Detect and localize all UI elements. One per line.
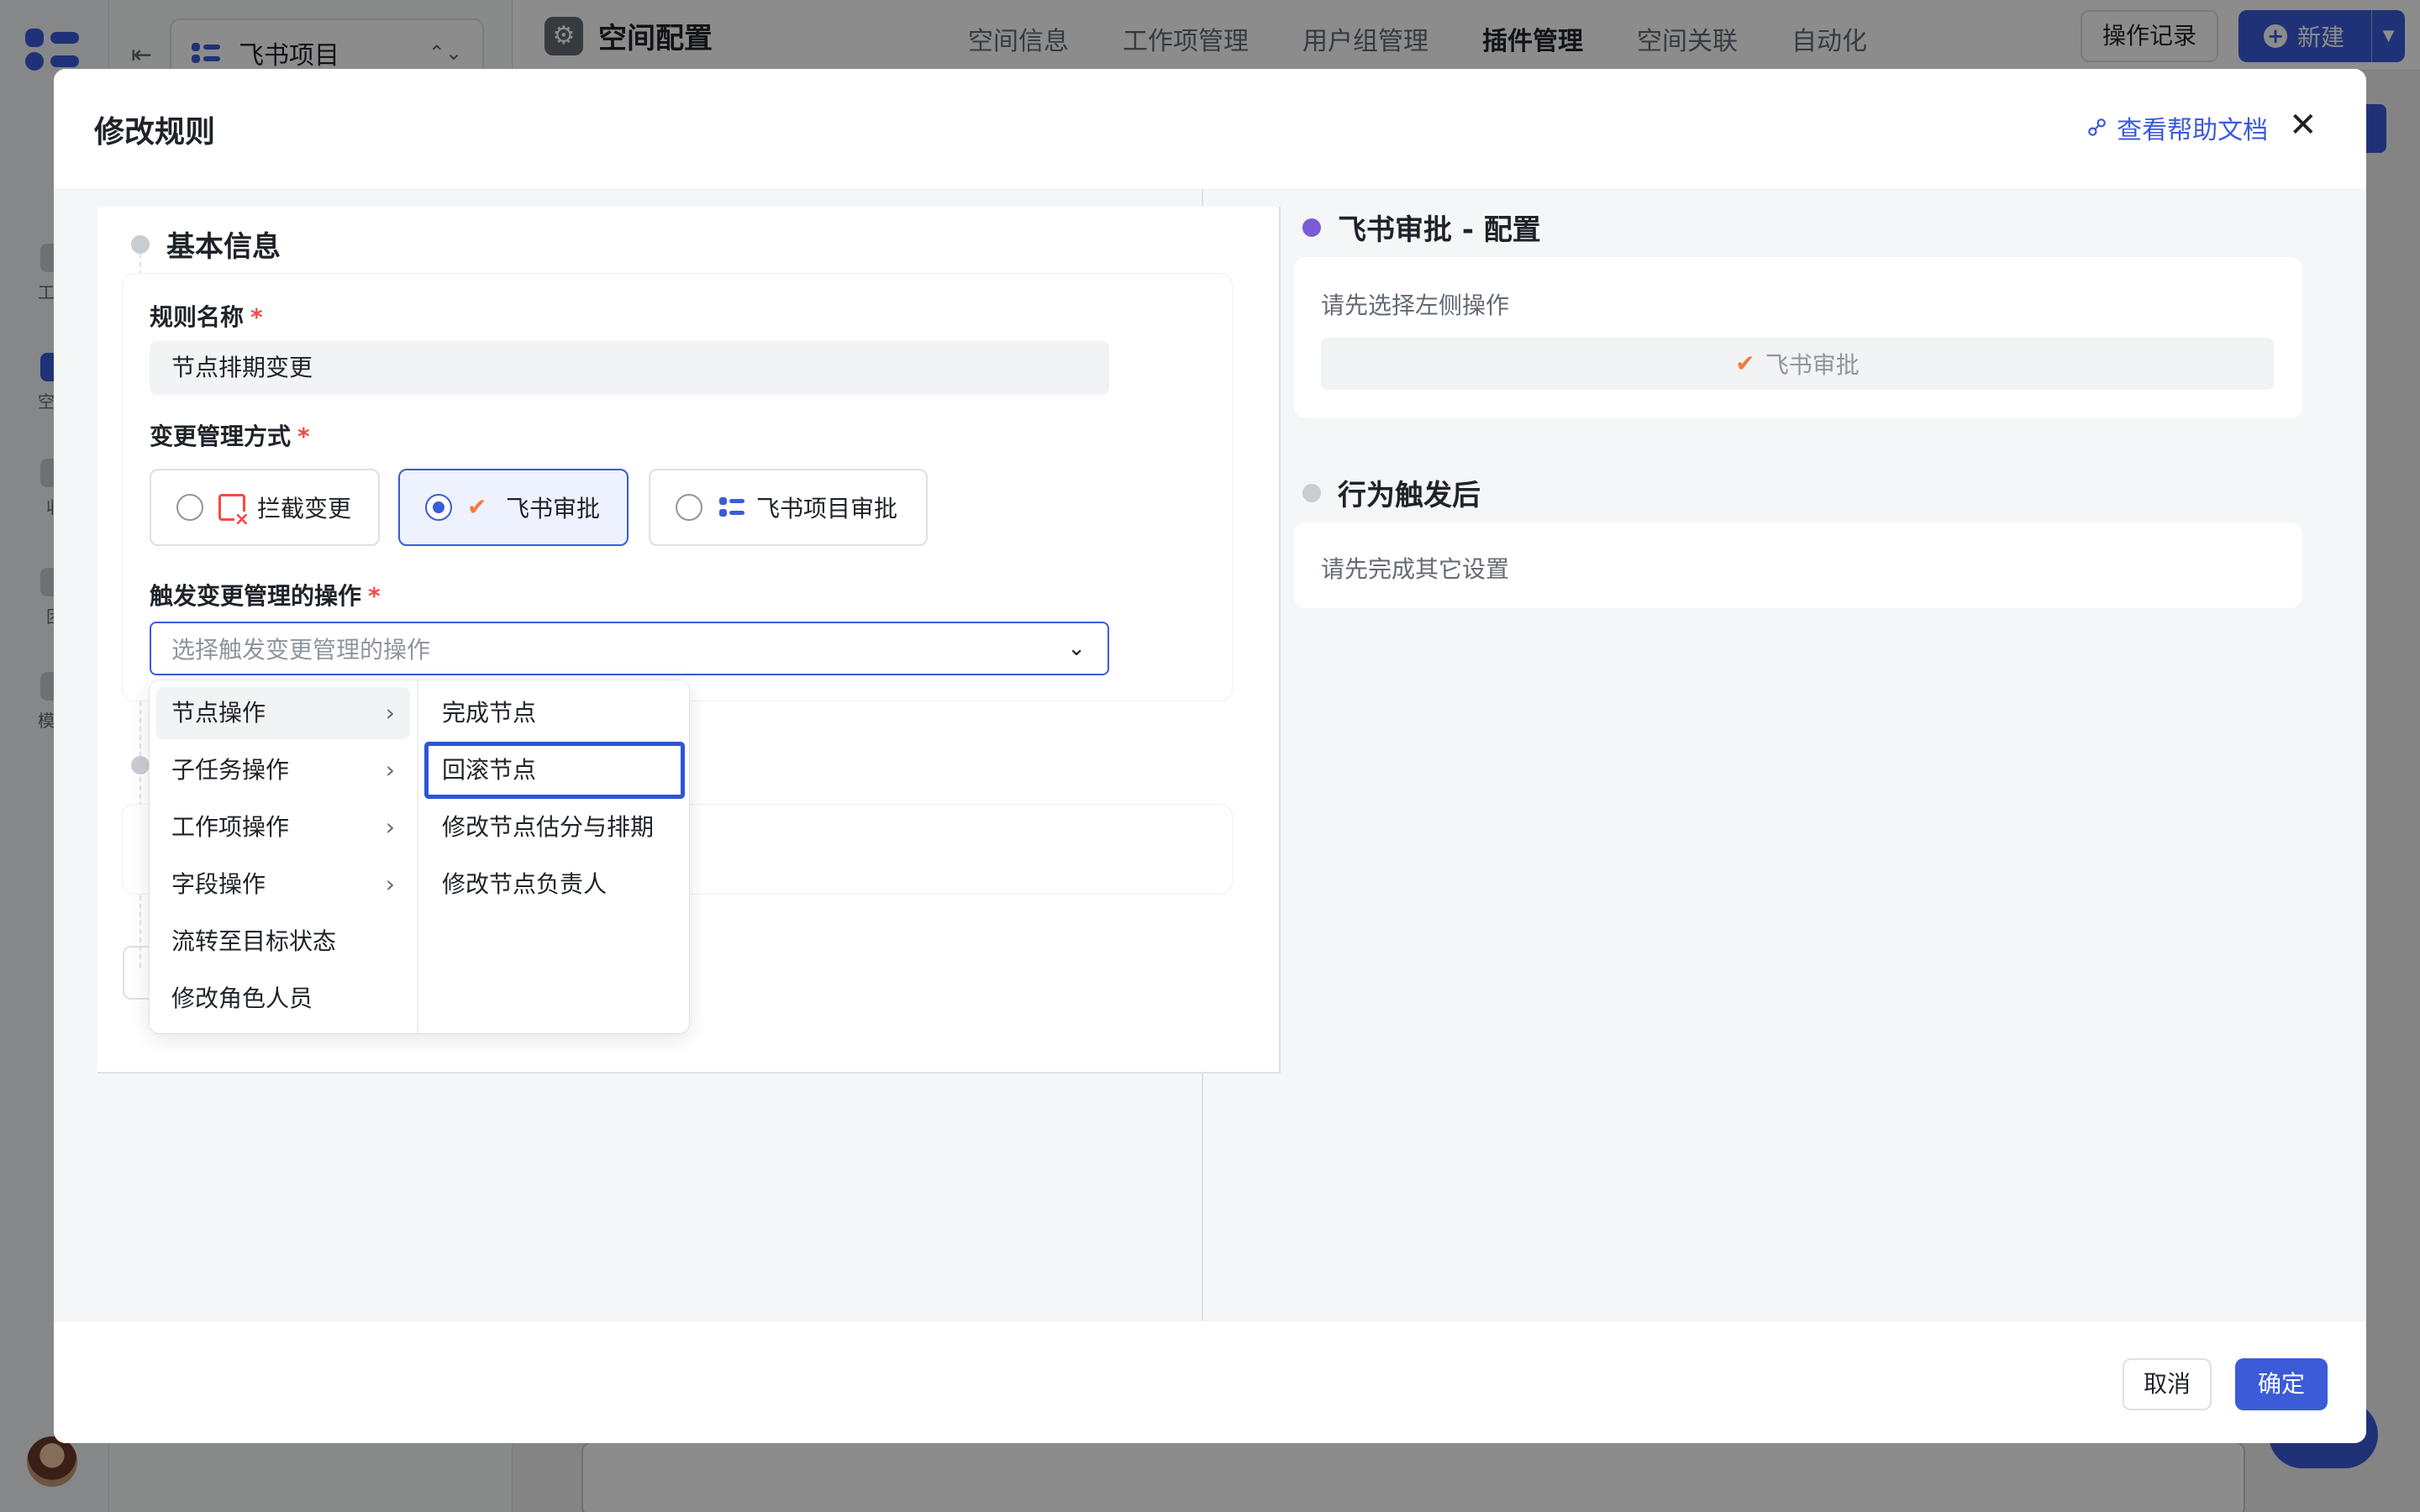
mode-option-project-approval[interactable]: 飞书项目审批 — [649, 469, 928, 546]
menu-item-transition-to-status[interactable]: 流转至目标状态 — [156, 916, 410, 968]
cancel-button[interactable]: 取消 — [2123, 1358, 2212, 1410]
basic-info-card: 规则名称* 节点排期变更 变更管理方式* 拦截变更 ✔ 飞书审批 — [123, 274, 1232, 701]
basic-info-header: 基本信息 — [131, 223, 281, 265]
project-approval-icon — [718, 494, 744, 521]
config-dot-icon — [1302, 218, 1321, 237]
after-dot-icon — [1302, 483, 1321, 502]
menu-item-rollback-node[interactable]: 回滚节点 — [424, 742, 685, 799]
close-icon[interactable]: ✕ — [2289, 106, 2317, 144]
mode-label: 变更管理方式 * — [150, 423, 310, 450]
after-card: 请先完成其它设置 — [1294, 522, 2302, 608]
radio-button-checked[interactable] — [425, 494, 452, 521]
feishu-approval-icon: ✔ — [1735, 349, 1755, 377]
cascade-dropdown: 节点操作 › 子任务操作 › 工作项操作 › 字段操作 › 流转至目标状态 修改角色人员… — [150, 680, 689, 1033]
modal-title: 修改规则 — [94, 115, 216, 150]
mode-option-block[interactable]: 拦截变更 — [150, 469, 380, 546]
chevron-right-icon: › — [385, 756, 395, 784]
menu-item-field-operations[interactable]: 字段操作 › — [156, 858, 410, 911]
rule-name-input[interactable]: 节点排期变更 — [150, 341, 1109, 395]
chevron-right-icon: › — [385, 870, 395, 898]
chevron-right-icon: › — [385, 813, 395, 841]
modal-footer: 取消 确定 — [54, 1320, 2366, 1443]
after-hint: 请先完成其它设置 — [1321, 555, 1510, 583]
config-hint: 请先选择左侧操作 — [1321, 291, 1510, 319]
cascade-level1: 节点操作 › 子任务操作 › 工作项操作 › 字段操作 › 流转至目标状态 修改角色人员 — [150, 680, 418, 1033]
modal-header: 修改规则 ⚯ 查看帮助文档 ✕ — [54, 69, 2366, 190]
menu-item-modify-node-owner[interactable]: 修改节点负责人 — [427, 858, 682, 911]
trigger-label: 触发变更管理的操作 * — [150, 582, 381, 610]
mode-option-feishu-approval[interactable]: ✔ 飞书审批 — [398, 469, 629, 546]
section-dot-icon — [131, 756, 150, 774]
section-dot-icon — [131, 234, 150, 254]
menu-item-modify-role-members[interactable]: 修改角色人员 — [156, 973, 410, 1025]
block-change-icon — [218, 494, 250, 528]
cascade-level2: 完成节点 回滚节点 修改节点估分与排期 修改节点负责人 — [420, 680, 689, 1033]
config-card: 请先选择左侧操作 ✔ 飞书审批 — [1294, 257, 2302, 418]
trigger-operation-select[interactable]: 选择触发变更管理的操作 ⌄ — [150, 622, 1109, 675]
confirm-button[interactable]: 确定 — [2235, 1358, 2328, 1410]
feishu-approval-icon: ✔ — [467, 493, 487, 521]
after-section-header: 行为触发后 — [1302, 472, 1481, 513]
config-section-header: 飞书审批 - 配置 — [1302, 207, 1541, 248]
focus-region: 基本信息 规则名称* 节点排期变更 变更管理方式* 拦截变更 ✔ 飞书审批 — [97, 207, 1281, 1074]
feishu-approval-bar: ✔ 飞书审批 — [1321, 338, 2274, 390]
link-icon: ⚯ — [2080, 109, 2116, 146]
radio-button[interactable] — [176, 494, 203, 521]
rule-name-label: 规则名称 * — [150, 303, 263, 331]
menu-item-work-item-operations[interactable]: 工作项操作 › — [156, 801, 410, 853]
help-doc-link[interactable]: ⚯ 查看帮助文档 — [2080, 109, 2268, 146]
menu-item-node-operations[interactable]: 节点操作 › — [156, 687, 410, 739]
radio-button[interactable] — [676, 494, 702, 521]
menu-item-subtask-operations[interactable]: 子任务操作 › — [156, 744, 410, 796]
chevron-down-icon: ⌄ — [1067, 636, 1086, 661]
menu-item-modify-node-estimate-schedule[interactable]: 修改节点估分与排期 — [427, 801, 682, 853]
chevron-right-icon: › — [385, 699, 395, 727]
menu-item-complete-node[interactable]: 完成节点 — [427, 687, 682, 739]
